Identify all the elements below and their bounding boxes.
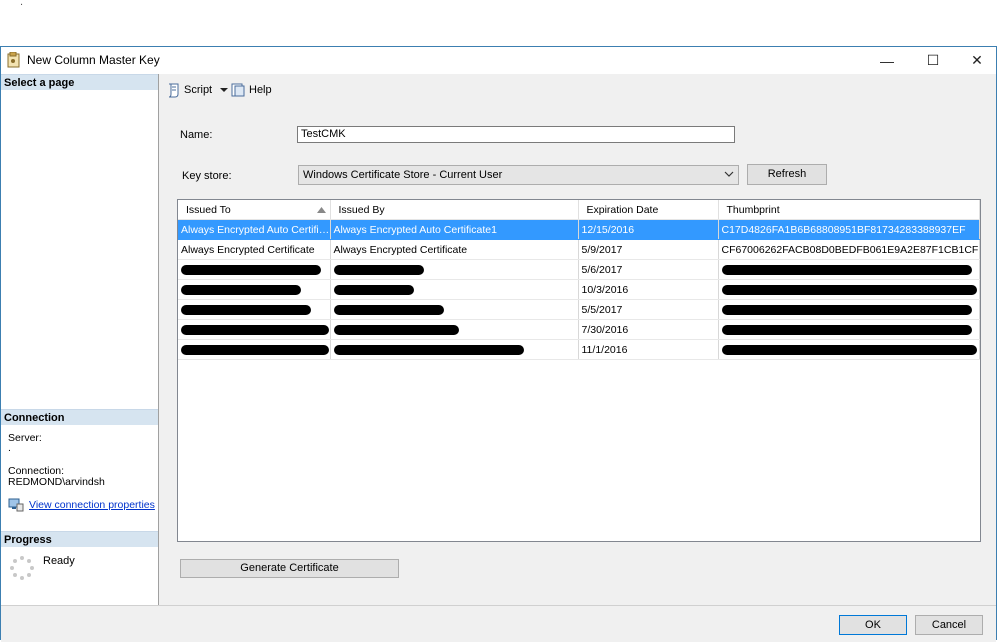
cell-expiration: 5/5/2017 — [578, 299, 719, 320]
redaction-mark — [721, 284, 977, 295]
cell-issued-by — [330, 279, 579, 300]
select-page-header: Select a page — [1, 74, 158, 90]
progress-status: Ready — [43, 555, 75, 567]
connection-header: Connection — [1, 409, 158, 425]
cell-issued-by: Always Encrypted Auto Certificate1 — [330, 219, 579, 240]
redaction-mark — [721, 344, 977, 355]
cell-expiration: 5/9/2017 — [578, 239, 719, 260]
view-connection-properties[interactable]: View connection properties — [8, 498, 155, 512]
redaction-mark — [333, 344, 524, 355]
close-button[interactable]: ✕ — [955, 47, 999, 74]
key-store-value: Windows Certificate Store - Current User — [303, 169, 503, 181]
cell-issued-by — [330, 339, 579, 360]
column-header-issued-to[interactable]: Issued To — [178, 200, 331, 220]
dialog-footer: OK Cancel — [1, 605, 996, 642]
cell-thumbprint — [718, 259, 980, 280]
redaction-mark — [721, 304, 972, 315]
cell-expiration: 7/30/2016 — [578, 319, 719, 340]
cell-issued-to — [178, 279, 331, 300]
cell-expiration: 5/6/2017 — [578, 259, 719, 280]
chevron-down-icon — [724, 171, 734, 177]
table-row[interactable]: 11/1/2016 — [178, 339, 980, 360]
key-store-label: Key store: — [182, 170, 232, 182]
cancel-button[interactable]: Cancel — [915, 615, 983, 635]
cell-thumbprint — [718, 279, 980, 300]
dialog-window: New Column Master Key — ☐ ✕ Select a pag… — [0, 46, 997, 642]
minimize-button[interactable]: — — [865, 47, 909, 74]
cell-issued-to: Always Encrypted Auto Certificate1 — [178, 219, 331, 240]
redaction-mark — [721, 264, 972, 275]
title-bar[interactable]: New Column Master Key — ☐ ✕ — [1, 47, 996, 74]
help-button[interactable]: Help — [230, 82, 272, 98]
cell-issued-by: Always Encrypted Certificate — [330, 239, 579, 260]
cell-issued-by — [330, 319, 579, 340]
redaction-mark — [181, 264, 321, 275]
progress-header: Progress — [1, 531, 158, 547]
view-connection-link[interactable]: View connection properties — [29, 499, 155, 511]
table-header-row: Issued To Issued By Expiration Date Thum… — [178, 200, 980, 220]
left-pane: Select a page Connection Server: . Conne… — [1, 74, 159, 605]
redaction-mark — [721, 324, 972, 335]
cell-expiration: 12/15/2016 — [578, 219, 719, 240]
cell-thumbprint — [718, 299, 980, 320]
ok-button[interactable]: OK — [839, 615, 907, 635]
redaction-mark — [333, 264, 424, 275]
maximize-icon: ☐ — [926, 52, 940, 68]
column-header-thumbprint[interactable]: Thumbprint — [718, 200, 980, 220]
redaction-mark — [333, 324, 459, 335]
name-input[interactable]: TestCMK — [297, 126, 735, 143]
help-icon — [231, 83, 245, 97]
redaction-mark — [181, 304, 311, 315]
certificates-table: Issued To Issued By Expiration Date Thum… — [178, 200, 980, 360]
redaction-mark — [181, 324, 329, 335]
key-store-select[interactable]: Windows Certificate Store - Current User — [298, 165, 739, 185]
stray-mark: . — [20, 0, 24, 8]
cell-issued-to — [178, 319, 331, 340]
name-label: Name: — [180, 129, 213, 141]
cell-issued-to — [178, 299, 331, 320]
script-icon — [168, 83, 179, 98]
cell-issued-by — [330, 299, 579, 320]
redaction-mark — [333, 304, 444, 315]
minimize-icon: — — [880, 52, 894, 69]
certificates-grid[interactable]: Issued To Issued By Expiration Date Thum… — [177, 199, 981, 542]
script-button[interactable]: Script — [166, 82, 230, 98]
connection-properties-icon — [8, 498, 24, 512]
table-row[interactable]: Always Encrypted Auto Certificate1 Alway… — [178, 219, 980, 240]
table-row[interactable]: 5/6/2017 — [178, 259, 980, 280]
cell-issued-by — [330, 259, 579, 280]
table-row[interactable]: Always Encrypted Certificate Always Encr… — [178, 239, 980, 260]
server-label: Server: — [8, 432, 42, 444]
column-master-key-icon — [7, 52, 20, 68]
cell-issued-to — [178, 259, 331, 280]
window-title: New Column Master Key — [27, 53, 160, 67]
connection-value: REDMOND\arvindsh — [8, 476, 105, 488]
sort-ascending-icon — [316, 207, 326, 213]
redaction-mark — [333, 284, 414, 295]
cell-thumbprint: CF67006262FACB08D0BEDFB061E9A2E87F1CB1CF — [718, 239, 980, 260]
cell-expiration: 11/1/2016 — [578, 339, 719, 360]
redaction-mark — [181, 284, 301, 295]
maximize-button[interactable]: ☐ — [911, 47, 955, 74]
server-value: . — [8, 442, 11, 454]
cell-issued-to: Always Encrypted Certificate — [178, 239, 331, 260]
refresh-button[interactable]: Refresh — [747, 164, 827, 185]
table-row[interactable]: 7/30/2016 — [178, 319, 980, 340]
cell-thumbprint: C17D4826FA1B6B68808951BF81734283388937EF — [718, 219, 980, 240]
cell-expiration: 10/3/2016 — [578, 279, 719, 300]
column-header-issued-by[interactable]: Issued By — [330, 200, 579, 220]
help-label: Help — [249, 84, 272, 96]
table-row[interactable]: 10/3/2016 — [178, 279, 980, 300]
cell-issued-to — [178, 339, 331, 360]
redaction-mark — [181, 344, 329, 355]
cell-thumbprint — [718, 319, 980, 340]
table-row[interactable]: 5/5/2017 — [178, 299, 980, 320]
spinner-icon — [10, 556, 34, 580]
script-label: Script — [184, 84, 213, 96]
column-header-expiration-date[interactable]: Expiration Date — [578, 200, 719, 220]
generate-certificate-button[interactable]: Generate Certificate — [180, 559, 399, 578]
close-icon: ✕ — [971, 52, 983, 68]
cell-thumbprint — [718, 339, 980, 360]
chevron-down-icon[interactable] — [218, 86, 230, 94]
